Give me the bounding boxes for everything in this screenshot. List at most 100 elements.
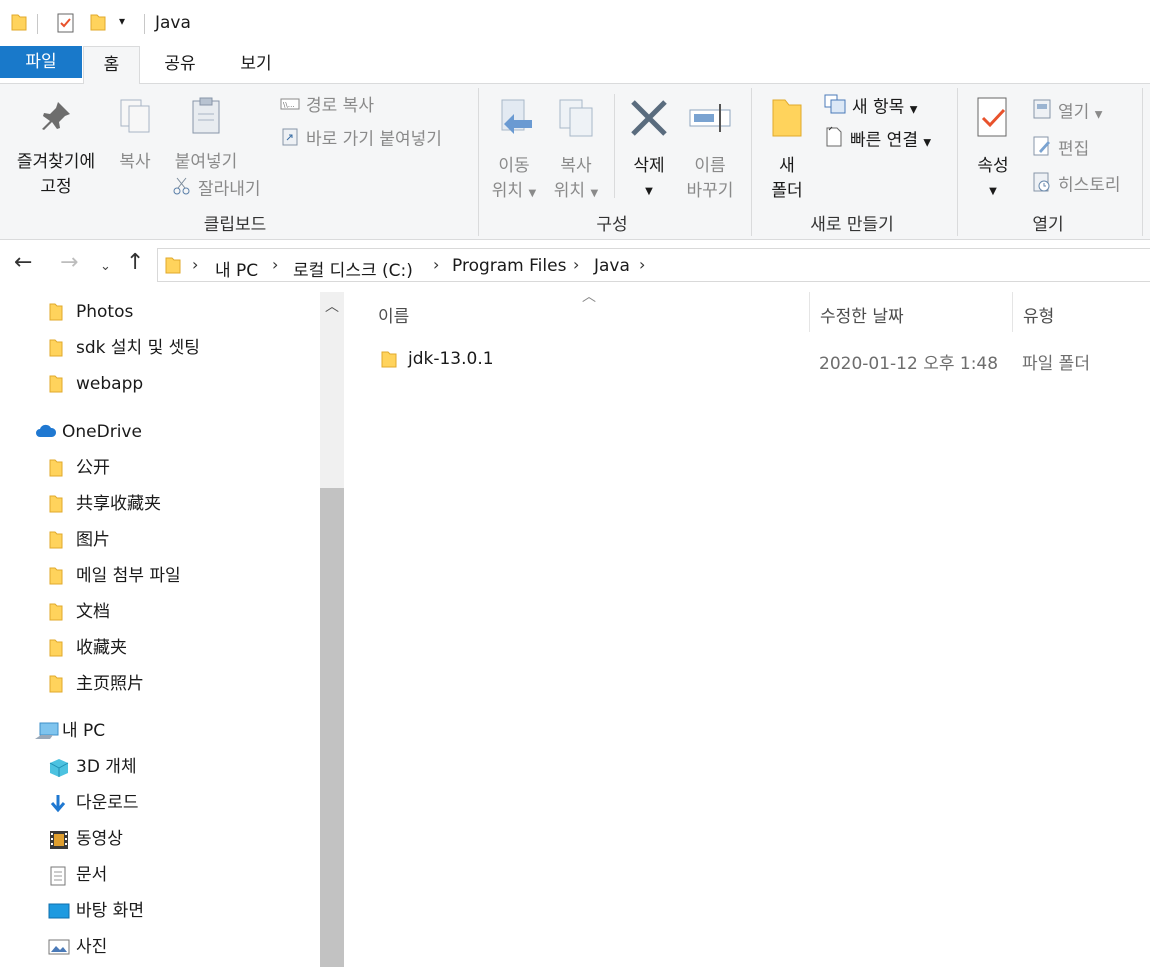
folder-icon	[165, 255, 181, 280]
breadcrumb-java[interactable]: Java	[594, 256, 630, 276]
pin-label-line1: 즐겨찾기에	[16, 152, 96, 172]
delete-button[interactable]: 삭제 ▼	[622, 96, 676, 204]
column-header-modified[interactable]: 수정한 날짜	[820, 302, 904, 327]
up-arrow-icon[interactable]: ↑	[126, 252, 144, 274]
properties-quick-icon[interactable]	[56, 12, 76, 39]
history-button[interactable]: 히스토리	[1032, 171, 1121, 200]
open-icon	[1032, 98, 1052, 127]
move-to-icon	[486, 96, 542, 148]
chevron-right-icon[interactable]: ›	[192, 255, 198, 274]
folder-icon	[48, 458, 64, 485]
nav-item-label: 共享收藏夹	[76, 494, 161, 514]
properties-label: 속성	[977, 156, 1009, 176]
new-item-button[interactable]: 새 항목 ▼	[824, 94, 917, 123]
computer-icon	[34, 721, 60, 748]
sort-ascending-icon: ︿	[582, 289, 596, 305]
paste-shortcut-button[interactable]: 바로 가기 붙여넣기	[280, 126, 442, 153]
chevron-right-icon[interactable]: ›	[573, 255, 579, 274]
file-list: ︿ 이름 수정한 날짜 유형 jdk-13.0.1 2020-01-12 오후 …	[345, 289, 1150, 967]
tab-file[interactable]: 파일	[0, 46, 82, 78]
copy-to-icon	[547, 96, 605, 148]
navigation-bar: ← → ⌄ ↑ › 내 PC › 로컬 디스크 (C:) › Program F…	[0, 242, 1150, 290]
new-group-label: 새로 만들기	[810, 215, 894, 235]
pin-to-quick-access-button[interactable]: 즐겨찾기에 고정	[8, 96, 104, 200]
copy-to-label-line2: 위치 ▼	[547, 179, 605, 206]
cut-label: 잘라내기	[198, 179, 261, 200]
new-folder-quick-icon[interactable]	[89, 12, 107, 37]
scroll-up-icon[interactable]: ︿	[325, 296, 339, 316]
column-separator[interactable]	[1012, 292, 1013, 332]
customize-toolbar-icon[interactable]: ▾	[119, 14, 125, 28]
desktop-icon	[48, 901, 70, 928]
easy-access-button[interactable]: 빠른 연결 ▼	[824, 126, 931, 156]
folder-icon	[48, 566, 64, 593]
back-arrow-icon[interactable]: ←	[14, 252, 32, 274]
rename-button[interactable]: 이름 바꾸기	[680, 96, 740, 204]
file-type: 파일 폴더	[1022, 354, 1090, 374]
new-folder-label-line1: 새	[779, 156, 795, 176]
history-label: 히스토리	[1058, 175, 1121, 196]
table-row[interactable]: jdk-13.0.1 2020-01-12 오후 1:48 파일 폴더	[375, 347, 1145, 374]
copy-to-label-line1: 복사	[560, 156, 592, 176]
clipboard-group-label: 클립보드	[203, 215, 267, 235]
copy-path-icon: \\…	[280, 94, 300, 118]
paste-shortcut-icon	[280, 126, 300, 153]
delete-label: 삭제	[633, 156, 665, 176]
nav-item-label: 문서	[76, 865, 108, 885]
cut-button[interactable]: 잘라내기	[172, 176, 261, 203]
copy-button[interactable]: 복사	[108, 96, 162, 175]
window-title: Java	[155, 13, 191, 33]
breadcrumb-local-disk[interactable]: 로컬 디스크 (C:)	[293, 256, 413, 281]
nav-item-label: 사진	[76, 937, 108, 957]
column-header-name[interactable]: 이름	[378, 302, 409, 327]
organize-group-label: 구성	[596, 215, 628, 235]
nav-item-label: 3D 개체	[76, 757, 137, 777]
dropdown-caret-icon: ▼	[590, 188, 599, 199]
file-name[interactable]: jdk-13.0.1	[408, 349, 494, 369]
ribbon: 즐겨찾기에 고정 복사 붙여넣기 \\… 경로 복사 바로 가기 붙여넣기 잘라…	[0, 84, 1150, 240]
column-separator[interactable]	[809, 292, 810, 332]
chevron-right-icon[interactable]: ›	[639, 255, 645, 274]
properties-button[interactable]: 속성 ▼	[964, 96, 1022, 204]
copy-path-button[interactable]: \\… 경로 복사	[280, 94, 374, 118]
breadcrumb-this-pc[interactable]: 내 PC	[215, 256, 258, 281]
chevron-right-icon[interactable]: ›	[272, 255, 278, 274]
folder-icon	[10, 12, 28, 37]
new-item-label: 새 항목	[852, 97, 905, 118]
history-icon	[1032, 171, 1052, 200]
nav-item-label: 바탕 화면	[76, 901, 144, 921]
address-bar[interactable]: › 내 PC › 로컬 디스크 (C:) › Program Files › J…	[157, 248, 1150, 282]
copy-path-label: 경로 복사	[306, 96, 374, 116]
document-icon	[48, 865, 68, 894]
open-button[interactable]: 열기 ▼	[1032, 98, 1102, 128]
chevron-right-icon[interactable]: ›	[433, 255, 439, 274]
move-to-button[interactable]: 이동 위치 ▼	[486, 96, 542, 206]
edit-button[interactable]: 편집	[1032, 135, 1089, 164]
folder-icon	[48, 494, 64, 521]
column-header-type[interactable]: 유형	[1023, 302, 1054, 327]
copy-to-button[interactable]: 복사 위치 ▼	[547, 96, 605, 206]
clipboard-icon	[166, 96, 246, 144]
paste-button[interactable]: 붙여넣기	[166, 96, 246, 175]
folder-icon	[48, 302, 64, 329]
nav-item-label: 图片	[76, 530, 110, 550]
nav-pane-scrollbar[interactable]: ︿	[320, 292, 344, 967]
tab-home[interactable]: 홈	[83, 46, 140, 85]
nav-item-label: sdk 설치 및 셋팅	[76, 338, 200, 358]
tab-share[interactable]: 공유	[150, 46, 210, 84]
dropdown-caret-icon: ▼	[923, 137, 932, 149]
copy-icon	[108, 96, 162, 144]
forward-arrow-icon[interactable]: →	[60, 252, 78, 274]
tab-view[interactable]: 보기	[226, 46, 286, 84]
easy-access-icon	[824, 126, 844, 155]
new-item-icon	[824, 94, 846, 121]
new-folder-button[interactable]: 새 폴더	[760, 96, 814, 204]
breadcrumb-program-files[interactable]: Program Files	[452, 256, 566, 276]
scrollbar-thumb[interactable]	[320, 488, 344, 967]
group-separator	[751, 88, 752, 236]
cloud-icon	[34, 422, 58, 447]
recent-locations-chevron-icon[interactable]: ⌄	[100, 256, 111, 278]
pin-icon	[8, 96, 104, 144]
rename-label-line2: 바꾸기	[686, 181, 734, 201]
file-modified: 2020-01-12 오후 1:48	[819, 354, 999, 374]
